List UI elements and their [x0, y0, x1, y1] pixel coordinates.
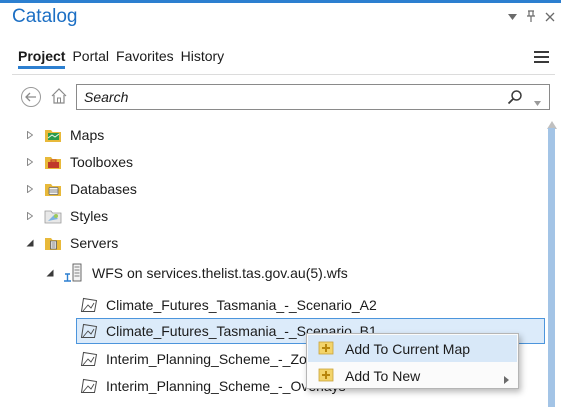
- databases-folder-icon: [44, 180, 62, 198]
- tree-item-label: Databases: [70, 181, 137, 197]
- search-input[interactable]: [77, 86, 497, 108]
- polygon-layer-icon: [80, 377, 98, 395]
- expand-arrow-icon[interactable]: [26, 158, 34, 166]
- servers-folder-icon: [44, 234, 62, 252]
- polygon-layer-icon: [80, 350, 98, 368]
- tab-favorites[interactable]: Favorites: [116, 48, 174, 68]
- search-icon: [507, 90, 522, 105]
- hamburger-menu-icon[interactable]: [534, 51, 549, 64]
- scroll-thumb[interactable]: [548, 128, 555, 407]
- submenu-arrow-icon: [504, 371, 509, 387]
- pane-controls: [508, 10, 555, 23]
- catalog-tabs: Project Portal Favorites History: [18, 48, 225, 69]
- pin-button[interactable]: [526, 10, 536, 23]
- tree-item-label: WFS on services.thelist.tas.gov.au(5).wf…: [92, 265, 348, 281]
- chevron-down-icon: [534, 101, 541, 106]
- tree-item-wfs-server[interactable]: WFS on services.thelist.tas.gov.au(5).wf…: [46, 260, 348, 286]
- tree-item-layer-scenario-a2[interactable]: Climate_Futures_Tasmania_-_Scenario_A2: [80, 292, 377, 318]
- wfs-server-icon: [64, 262, 84, 284]
- search-button[interactable]: [507, 89, 523, 105]
- tree-item-label: Maps: [70, 127, 105, 143]
- close-icon: [545, 12, 555, 21]
- search-options-dropdown[interactable]: [534, 93, 541, 111]
- tab-history[interactable]: History: [181, 48, 225, 68]
- expand-arrow-icon[interactable]: [26, 131, 34, 139]
- pane-options-dropdown[interactable]: [508, 13, 517, 20]
- menu-item-add-to-current-map[interactable]: Add To Current Map: [308, 335, 517, 362]
- home-button[interactable]: [50, 87, 68, 105]
- tree-item-styles[interactable]: Styles: [26, 203, 108, 229]
- pane-top-accent: [0, 0, 561, 3]
- back-button[interactable]: [21, 87, 41, 107]
- tree-item-toolboxes[interactable]: Toolboxes: [26, 149, 133, 175]
- back-arrow-icon: [25, 92, 36, 102]
- polygon-layer-icon: [80, 296, 98, 314]
- polygon-layer-icon: [80, 322, 98, 340]
- tree-item-label: Interim_Planning_Scheme_-_Zones: [106, 351, 330, 367]
- menu-item-add-to-new[interactable]: Add To New: [308, 362, 517, 389]
- tab-divider: [12, 74, 555, 75]
- toolboxes-folder-icon: [44, 153, 62, 171]
- tab-project[interactable]: Project: [18, 48, 66, 69]
- menu-item-label: Add To New: [345, 368, 421, 384]
- expand-arrow-icon[interactable]: [26, 185, 34, 193]
- tree-item-servers[interactable]: Servers: [26, 230, 118, 256]
- scroll-up-arrow-icon[interactable]: [547, 116, 557, 129]
- navigation-row: [0, 84, 561, 110]
- menu-item-label: Add To Current Map: [345, 341, 471, 357]
- styles-folder-icon: [44, 207, 62, 225]
- expand-arrow-icon[interactable]: [26, 212, 34, 220]
- context-menu: Add To Current Map Add To New: [306, 333, 519, 389]
- maps-folder-icon: [44, 126, 62, 144]
- home-icon: [51, 88, 67, 104]
- tree-item-maps[interactable]: Maps: [26, 122, 104, 148]
- tree-item-label: Styles: [70, 208, 109, 224]
- collapse-arrow-icon[interactable]: [26, 239, 34, 247]
- vertical-scrollbar[interactable]: [547, 114, 557, 407]
- chevron-down-icon: [508, 13, 517, 20]
- tree-item-databases[interactable]: Databases: [26, 176, 137, 202]
- pane-title: Catalog: [12, 6, 78, 27]
- add-layer-icon: [318, 367, 334, 383]
- tree-item-layer-zones[interactable]: Interim_Planning_Scheme_-_Zones: [80, 346, 329, 372]
- tree-item-label: Servers: [70, 235, 119, 251]
- close-button[interactable]: [545, 12, 555, 22]
- search-box: [76, 84, 550, 110]
- tree-item-label: Toolboxes: [70, 154, 134, 170]
- tree-item-label: Climate_Futures_Tasmania_-_Scenario_A2: [106, 297, 377, 313]
- tab-portal[interactable]: Portal: [72, 48, 109, 68]
- collapse-arrow-icon[interactable]: [46, 269, 54, 277]
- add-layer-icon: [318, 340, 334, 356]
- pin-icon: [527, 10, 535, 22]
